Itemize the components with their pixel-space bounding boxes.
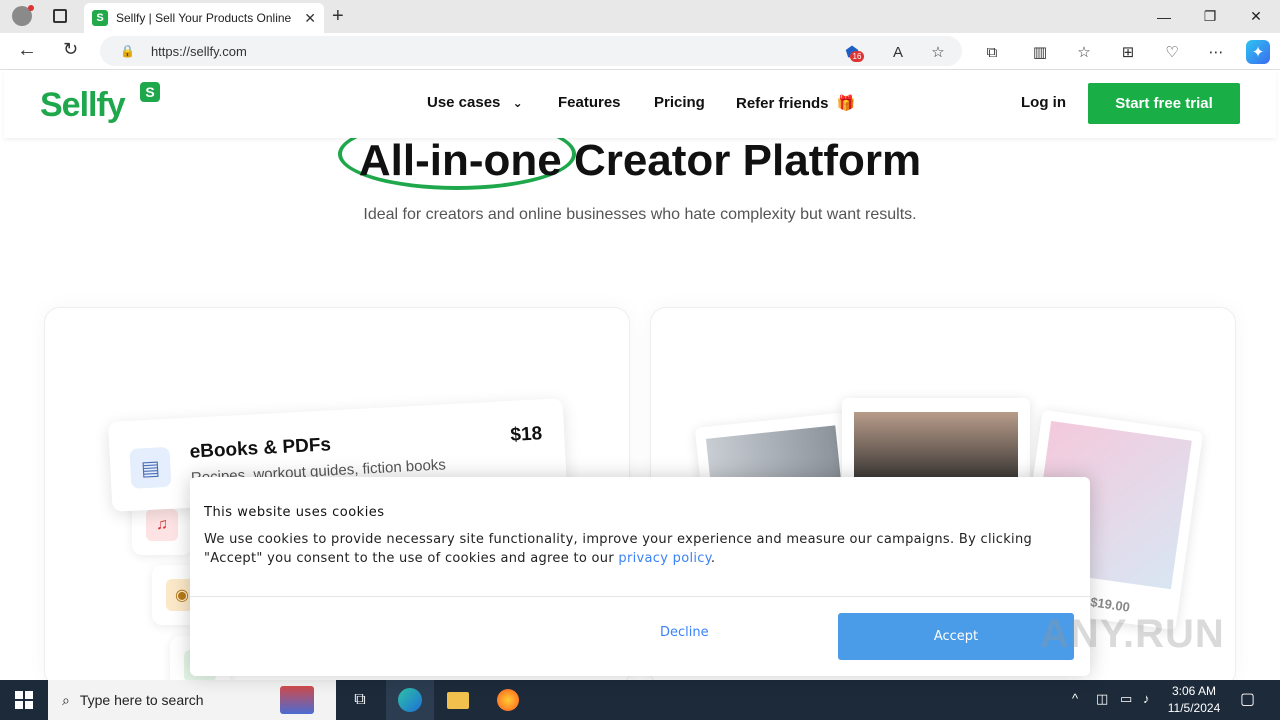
profile-badge-icon bbox=[28, 5, 34, 11]
url-field[interactable]: 🔒 https://sellfy.com bbox=[100, 36, 962, 66]
notifications-icon[interactable]: ▢ bbox=[1240, 689, 1255, 709]
browser-tab-bar: S Sellfy | Sell Your Products Online ✕ +… bbox=[0, 0, 1280, 33]
tab-title: Sellfy | Sell Your Products Online bbox=[116, 11, 292, 25]
split-screen-icon[interactable]: ▥ bbox=[1028, 40, 1052, 64]
minimize-icon[interactable]: — bbox=[1141, 0, 1187, 33]
clock[interactable]: 3:06 AM 11/5/2024 bbox=[1164, 683, 1224, 717]
taskbar-search[interactable]: ⌕ Type here to search bbox=[48, 680, 336, 720]
cookie-divider bbox=[190, 596, 1090, 597]
decline-button[interactable]: Decline bbox=[660, 625, 709, 640]
task-view-icon[interactable]: ⧉ bbox=[336, 680, 384, 720]
clock-time: 3:06 AM bbox=[1171, 684, 1217, 698]
search-icon: ⌕ bbox=[62, 691, 70, 708]
favorites-icon[interactable]: ☆ bbox=[1072, 40, 1096, 64]
cookie-text: We use cookies to provide necessary site… bbox=[204, 530, 1084, 568]
hero-title: All-in-one Creator Platform bbox=[358, 136, 922, 185]
lock-icon: 🔒 bbox=[120, 44, 135, 58]
cookie-banner: This website uses cookies We use cookies… bbox=[190, 477, 1090, 676]
tshirt-photo bbox=[842, 398, 1030, 488]
firefox-icon[interactable] bbox=[484, 680, 532, 720]
sellfy-favicon-icon: S bbox=[92, 10, 108, 26]
more-options-icon[interactable]: ⋯ bbox=[1204, 40, 1228, 64]
notification-count: 16 bbox=[850, 51, 864, 62]
volume-icon[interactable]: ♪ bbox=[1143, 691, 1150, 706]
ebooks-price: $18 bbox=[509, 423, 543, 446]
hero-subtitle: Ideal for creators and online businesses… bbox=[363, 206, 917, 223]
file-explorer-icon[interactable] bbox=[434, 680, 482, 720]
browser-essentials-icon[interactable]: ♡ bbox=[1160, 40, 1184, 64]
nav-refer-label: Refer friends bbox=[736, 95, 829, 112]
security-tray-icon[interactable]: ◫ bbox=[1096, 691, 1108, 707]
read-aloud-icon[interactable]: A bbox=[886, 40, 910, 64]
edge-icon[interactable] bbox=[386, 680, 434, 720]
start-free-trial-button[interactable]: Start free trial bbox=[1088, 83, 1240, 124]
tab-actions-icon[interactable] bbox=[53, 9, 67, 23]
firefox-logo bbox=[497, 689, 519, 711]
nav-use-cases[interactable]: Use cases ⌄ bbox=[427, 94, 523, 111]
new-tab-icon[interactable]: + bbox=[332, 5, 344, 28]
book-icon: ▤ bbox=[129, 446, 172, 489]
search-placeholder: Type here to search bbox=[79, 692, 204, 708]
start-button[interactable] bbox=[0, 680, 48, 720]
favorite-star-icon[interactable]: ☆ bbox=[926, 40, 950, 64]
network-icon[interactable]: ▭ bbox=[1120, 691, 1132, 707]
chevron-down-icon: ⌄ bbox=[512, 96, 523, 110]
taskbar: ⌕ Type here to search ⧉ ^ ◫ ▭ ♪ 3:06 AM … bbox=[0, 680, 1280, 720]
gift-icon: 🎁 bbox=[836, 95, 856, 112]
back-icon[interactable]: ← bbox=[17, 39, 37, 62]
extensions-icon[interactable]: ⧉ bbox=[980, 40, 1004, 64]
nav-features[interactable]: Features bbox=[558, 94, 621, 111]
cookie-title: This website uses cookies bbox=[204, 505, 385, 520]
restore-icon[interactable]: ❐ bbox=[1187, 0, 1233, 33]
logo-badge: S bbox=[140, 82, 160, 102]
clock-date: 11/5/2024 bbox=[1167, 701, 1221, 715]
anyrun-watermark: ANY.RUN bbox=[1040, 612, 1225, 656]
privacy-policy-link[interactable]: privacy policy bbox=[618, 551, 710, 566]
windows-icon bbox=[15, 691, 33, 709]
browser-tab[interactable]: S Sellfy | Sell Your Products Online ✕ bbox=[84, 3, 324, 33]
search-highlight-icon bbox=[280, 686, 314, 714]
url-text: https://sellfy.com bbox=[150, 43, 247, 59]
sellfy-logo[interactable]: Sellfy bbox=[40, 86, 126, 125]
nav-use-cases-label: Use cases bbox=[427, 94, 501, 111]
site-header: Sellfy S Use cases ⌄ Features Pricing Re… bbox=[4, 70, 1276, 138]
close-tab-icon[interactable]: ✕ bbox=[304, 10, 316, 27]
refresh-icon[interactable]: ↻ bbox=[63, 39, 78, 60]
cookie-end: . bbox=[710, 551, 716, 566]
nav-pricing[interactable]: Pricing bbox=[654, 94, 705, 111]
accept-button[interactable]: Accept bbox=[838, 613, 1074, 660]
ebooks-title: eBooks & PDFs bbox=[189, 434, 332, 463]
login-link[interactable]: Log in bbox=[1021, 94, 1066, 111]
folder-icon bbox=[447, 691, 469, 709]
music-icon: ♫ bbox=[146, 509, 178, 541]
nav-refer-friends[interactable]: Refer friends 🎁 bbox=[736, 94, 855, 112]
show-hidden-icons-icon[interactable]: ^ bbox=[1072, 691, 1078, 706]
copilot-icon[interactable]: ✦ bbox=[1246, 40, 1270, 64]
window-close-icon[interactable]: ✕ bbox=[1233, 0, 1279, 33]
edge-logo bbox=[398, 688, 422, 712]
collections-icon[interactable]: ⊞ bbox=[1116, 40, 1140, 64]
